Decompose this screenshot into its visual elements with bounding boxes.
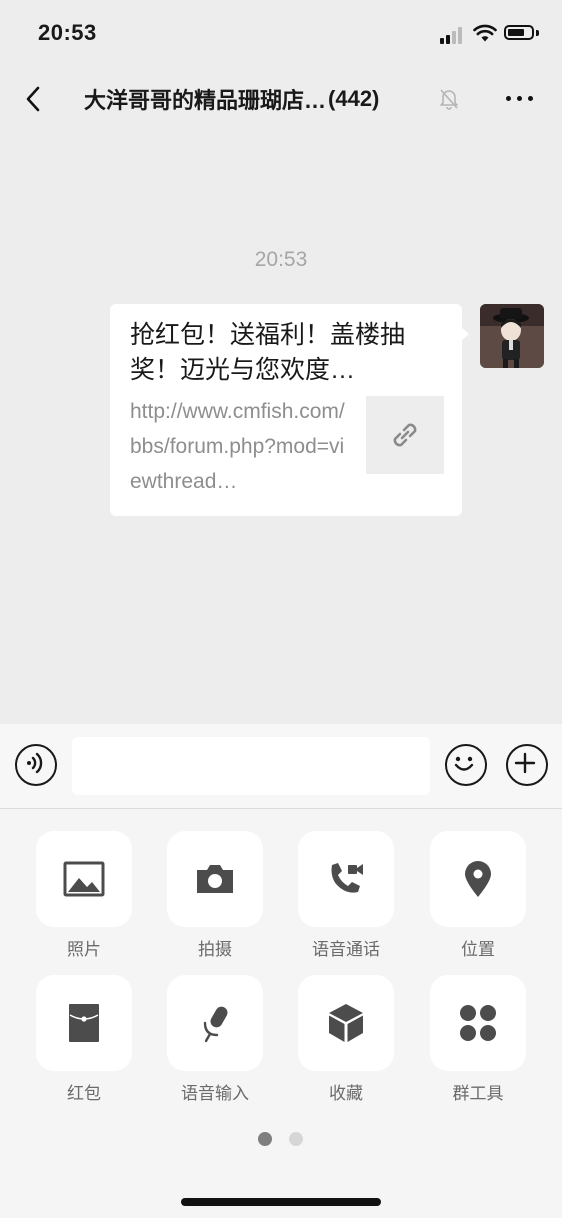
group-tools-icon xyxy=(460,1005,496,1041)
link-thumbnail xyxy=(366,396,444,474)
wifi-icon xyxy=(473,24,497,42)
red-packet-icon xyxy=(69,1004,99,1042)
bubble-tail xyxy=(460,326,469,342)
status-time: 20:53 xyxy=(38,20,97,45)
emoji-button[interactable] xyxy=(445,744,487,786)
function-panel: 照片 拍摄 语音通话 位置 红包 语音输入 收藏 群工具 xyxy=(0,809,562,1218)
action-label: 拍摄 xyxy=(198,940,232,959)
favorites-icon xyxy=(329,1004,363,1042)
more-options-icon[interactable] xyxy=(504,94,536,104)
action-camera[interactable] xyxy=(167,831,263,927)
action-label: 红包 xyxy=(67,1084,101,1103)
voice-wave-icon xyxy=(26,752,42,773)
message-input[interactable] xyxy=(72,737,430,795)
photo-icon xyxy=(63,861,105,897)
link-url: http://www.cmfish.com/bbs/forum.php?mod=… xyxy=(130,400,345,493)
home-indicator xyxy=(181,1198,381,1206)
group-name: 大洋哥哥的精品珊瑚店… xyxy=(84,88,327,113)
page-indicator[interactable] xyxy=(289,1132,303,1146)
microphone-icon xyxy=(203,1006,228,1043)
action-photo[interactable] xyxy=(36,831,132,927)
message-input-bar xyxy=(0,724,562,809)
page-indicator-active[interactable] xyxy=(258,1132,272,1146)
plus-icon xyxy=(514,752,535,773)
cellular-signal-icon xyxy=(440,26,468,44)
action-label: 照片 xyxy=(67,940,101,959)
action-location[interactable] xyxy=(430,831,526,927)
battery-tip xyxy=(536,30,539,36)
action-label: 群工具 xyxy=(452,1084,504,1103)
action-voice-call[interactable] xyxy=(298,831,394,927)
camera-icon xyxy=(197,865,233,893)
chat-header: 大洋哥哥的精品珊瑚店… (442) xyxy=(0,66,562,132)
action-label: 位置 xyxy=(461,940,495,959)
action-red-packet[interactable] xyxy=(36,975,132,1071)
battery-icon xyxy=(504,25,534,40)
mute-bell-icon xyxy=(440,89,458,110)
link-title: 抢红包！送福利！盖楼抽奖！迈光与您欢度… xyxy=(130,321,406,384)
link-message-bubble[interactable]: 抢红包！送福利！盖楼抽奖！迈光与您欢度… http://www.cmfish.c… xyxy=(110,304,462,516)
action-group-tools[interactable] xyxy=(430,975,526,1071)
action-favorites[interactable] xyxy=(298,975,394,1071)
action-label: 语音输入 xyxy=(181,1084,249,1103)
link-icon xyxy=(393,423,417,447)
message-timestamp: 20:53 xyxy=(254,248,308,271)
voice-call-icon xyxy=(331,863,363,893)
voice-mode-button[interactable] xyxy=(15,744,57,786)
member-count: (442) xyxy=(328,86,380,111)
status-bar: 20:53 xyxy=(0,0,562,66)
action-label: 收藏 xyxy=(329,1084,363,1103)
location-icon xyxy=(465,861,491,897)
action-label: 语音通话 xyxy=(312,940,380,959)
more-functions-button[interactable] xyxy=(506,744,548,786)
chat-title: 大洋哥哥的精品珊瑚店… (442) xyxy=(84,84,436,114)
back-icon[interactable] xyxy=(20,84,50,114)
action-voice-input[interactable] xyxy=(167,975,263,1071)
smiley-icon xyxy=(454,756,473,771)
user-avatar[interactable] xyxy=(480,304,544,368)
